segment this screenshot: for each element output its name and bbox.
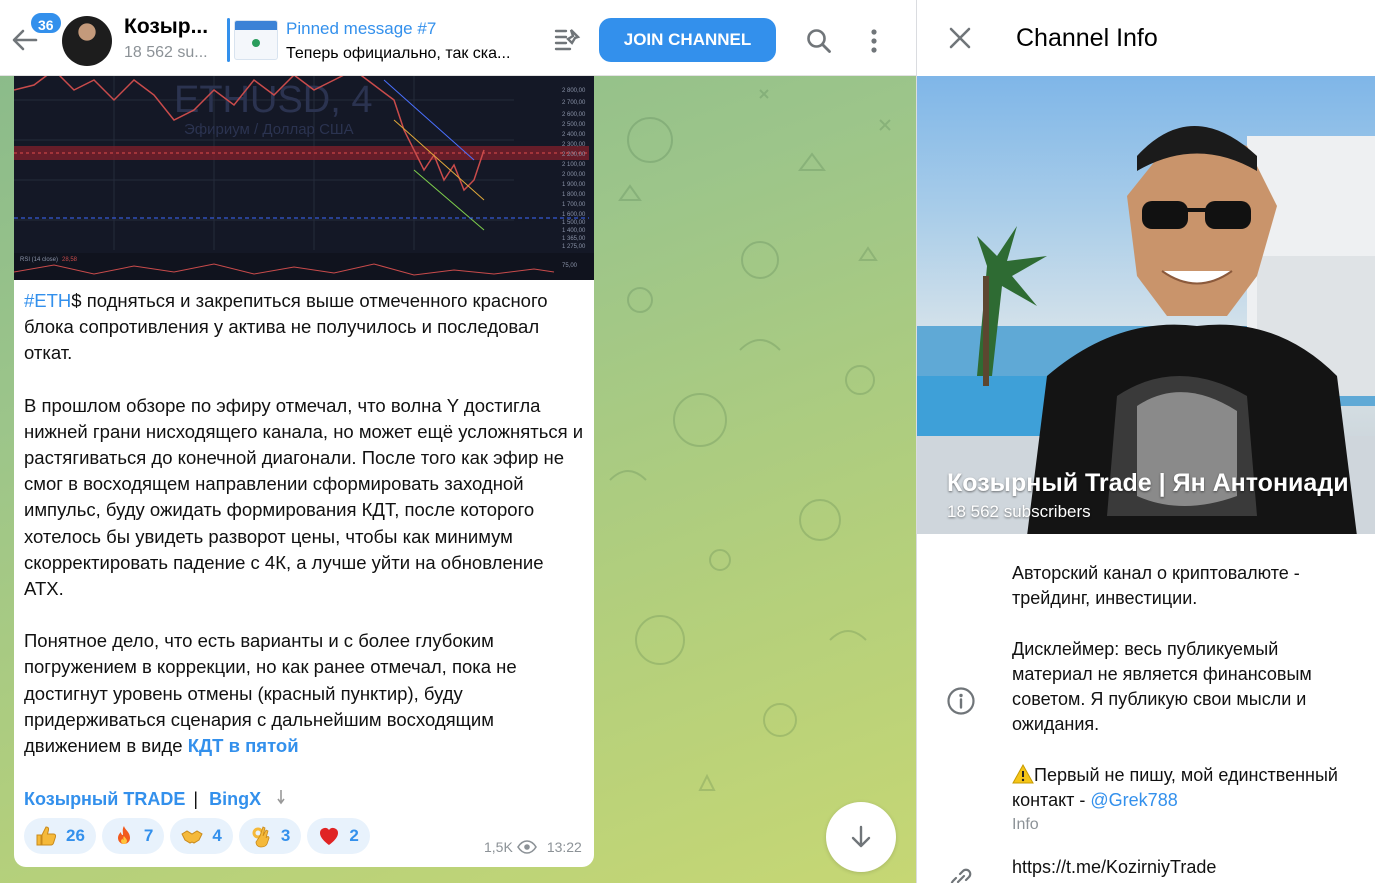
price-tick: 2 300,00 [562,142,586,148]
kdt-link[interactable]: КДТ в пятой [188,735,299,756]
message-paragraph-3: Понятное дело, что есть варианты и с бол… [24,628,584,759]
message-paragraph-1: #ETH$ подняться и закрепиться выше отмеч… [24,288,584,367]
view-count: 1,5K [484,839,513,855]
search-button[interactable] [804,26,834,56]
price-tick: 2 000,00 [562,172,586,178]
price-tick: 2 400,00 [562,132,586,138]
trading-chart-image[interactable]: ETHUSD, 4 Эфириум / Доллар США 2 800,00 … [14,60,594,280]
link-separator: | [193,789,199,809]
price-tick: 2 200,00 [562,152,586,158]
info-title: Channel Info [1016,24,1158,52]
channel-description: Авторский канал о криптовалюте - трейдин… [1012,561,1362,813]
channel-link[interactable]: https://t.me/KozirniyTrade [1012,857,1216,878]
subscriber-count: 18 562 subscribers [947,502,1091,521]
price-tick: 2 800,00 [562,88,586,94]
reaction-count: 26 [66,826,85,845]
channel-title[interactable]: Козыр... [124,15,208,39]
pointer-icon [277,790,285,805]
close-button[interactable] [948,26,972,50]
message-paragraph-2: В прошлом обзоре по эфиру отмечал, что в… [24,394,584,600]
contact-link[interactable]: @Grek788 [1090,790,1177,810]
chat-header: 36 Козыр... 18 562 su... Pinned message … [0,0,916,76]
pinned-indicator [227,18,230,62]
pinned-list-button[interactable] [553,27,583,53]
heart-icon [320,828,339,845]
reaction-heart[interactable]: 2 [307,818,370,854]
eye-icon [516,840,537,854]
price-tick: 1 365,00 [562,236,586,242]
more-vertical-icon [871,29,877,53]
reactions-row: 26 7 4 3 2 [24,818,370,854]
chat-area: 36 Козыр... 18 562 su... Pinned message … [0,0,916,883]
reaction-count: 7 [143,826,154,845]
rsi-label: RSI (14 close) [20,257,58,263]
description-caption: Info [1012,816,1039,833]
chart-watermark-subtitle: Эфириум / Доллар США [184,121,354,138]
thumbs-up-icon [36,826,57,846]
search-icon [807,29,831,53]
price-tick: 1 700,00 [562,202,586,208]
pinned-message-text[interactable]: Теперь официально, так ска... [286,45,510,63]
ok-hand-icon [252,826,270,848]
close-icon [949,27,971,49]
description-paragraph-1: Авторский канал о криптовалюте - трейдин… [1012,563,1300,609]
message-links: Козырный TRADE | BingX [24,788,290,810]
message-meta: 1,5K 13:22 [484,839,582,855]
info-header: Channel Info [917,0,1375,76]
bingx-link[interactable]: BingX [209,789,261,809]
cover-illustration [917,126,1375,534]
more-button[interactable] [862,26,886,56]
channel-cover-photo[interactable]: Козырный Trade | Ян Антониади 18 562 sub… [917,76,1375,534]
channel-info-panel: Channel Info Козырный Trade | Ян Антониа… [916,0,1375,883]
info-icon [947,687,975,715]
description-paragraph-3: Первый не пишу, мой единственный контакт… [1012,763,1362,814]
channel-name: Козырный Trade | Ян Антониади [947,469,1349,497]
pinned-thumbnail[interactable] [234,20,278,60]
rsi-value: 28,58 [62,257,78,263]
message-text: #ETH$ подняться и закрепиться выше отмеч… [24,288,584,759]
price-tick: 1 275,00 [562,244,586,250]
price-tick: 2 500,00 [562,122,586,128]
hashtag-eth[interactable]: #ETH [24,290,71,311]
reaction-thumbs-up[interactable]: 26 [24,818,96,854]
scroll-down-button[interactable] [826,802,896,872]
price-tick: 2 100,00 [562,162,586,168]
message-time: 13:22 [546,839,582,855]
pin-list-icon [554,29,581,51]
price-tick: 2 600,00 [562,112,586,118]
price-tick: 1 600,00 [562,212,586,218]
link-icon [950,868,972,883]
reaction-count: 2 [349,826,359,845]
pinned-message-title[interactable]: Pinned message #7 [286,19,436,39]
trade-link[interactable]: Козырный TRADE [24,789,185,809]
message-bubble: ETHUSD, 4 Эфириум / Доллар США 2 800,00 … [14,60,594,867]
warning-icon [1012,763,1034,784]
description-paragraph-2: Дисклеймер: весь публикуемый материал не… [1012,638,1312,735]
price-tick: 1 800,00 [562,192,586,198]
reaction-fire[interactable]: 7 [101,818,165,854]
price-tick: 1 900,00 [562,182,586,188]
arrow-down-icon [851,825,871,848]
reaction-count: 3 [280,826,291,845]
channel-subscribers: 18 562 su... [124,44,208,61]
message-p1-text: $ подняться и закрепиться выше отмеченно… [24,290,548,364]
handshake-icon [181,830,204,844]
price-tick: 1 400,00 [562,228,586,234]
reaction-ok-hand[interactable]: 3 [238,818,302,854]
channel-avatar[interactable] [62,16,112,66]
join-channel-button[interactable]: JOIN CHANNEL [599,18,776,62]
reaction-handshake[interactable]: 4 [170,818,233,854]
fire-icon [117,826,130,844]
rsi-tick: 75,00 [562,263,578,269]
price-tick: 2 700,00 [562,100,586,106]
reaction-count: 4 [212,826,222,845]
price-tick: 1 500,00 [562,220,586,226]
unread-badge: 36 [29,11,63,35]
